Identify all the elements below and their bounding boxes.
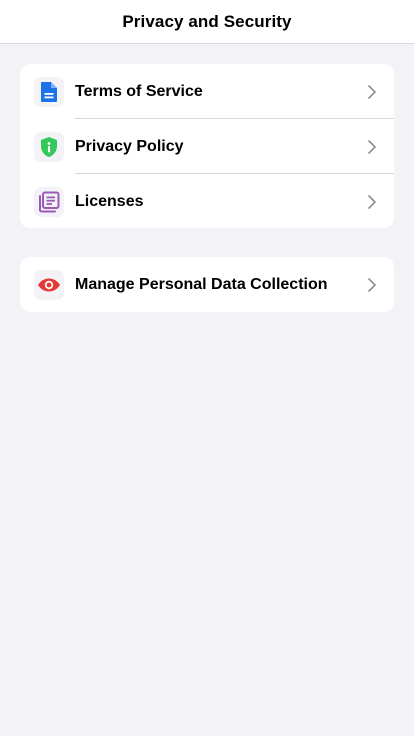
row-manage-data-collection[interactable]: Manage Personal Data Collection	[20, 257, 394, 312]
shield-icon	[34, 131, 64, 162]
chevron-right-icon	[368, 84, 376, 99]
chevron-right-icon	[368, 139, 376, 154]
row-label: Privacy Policy	[75, 137, 184, 155]
row-label: Terms of Service	[75, 82, 203, 100]
eye-icon	[34, 269, 64, 300]
row-label: Manage Personal Data Collection	[75, 275, 328, 293]
navigation-bar: Privacy and Security	[0, 0, 414, 44]
row-privacy-policy[interactable]: Privacy Policy	[20, 119, 394, 174]
document-icon	[34, 76, 64, 107]
row-label: Licenses	[75, 192, 144, 210]
settings-group-legal: Terms of Service Privacy Policy Licenses	[20, 64, 394, 228]
list-icon	[34, 186, 64, 217]
settings-group-data: Manage Personal Data Collection	[20, 257, 394, 312]
page-title: Privacy and Security	[122, 11, 292, 31]
row-licenses[interactable]: Licenses	[20, 174, 394, 228]
chevron-right-icon	[368, 194, 376, 209]
row-terms-of-service[interactable]: Terms of Service	[20, 64, 394, 119]
chevron-right-icon	[368, 277, 376, 292]
